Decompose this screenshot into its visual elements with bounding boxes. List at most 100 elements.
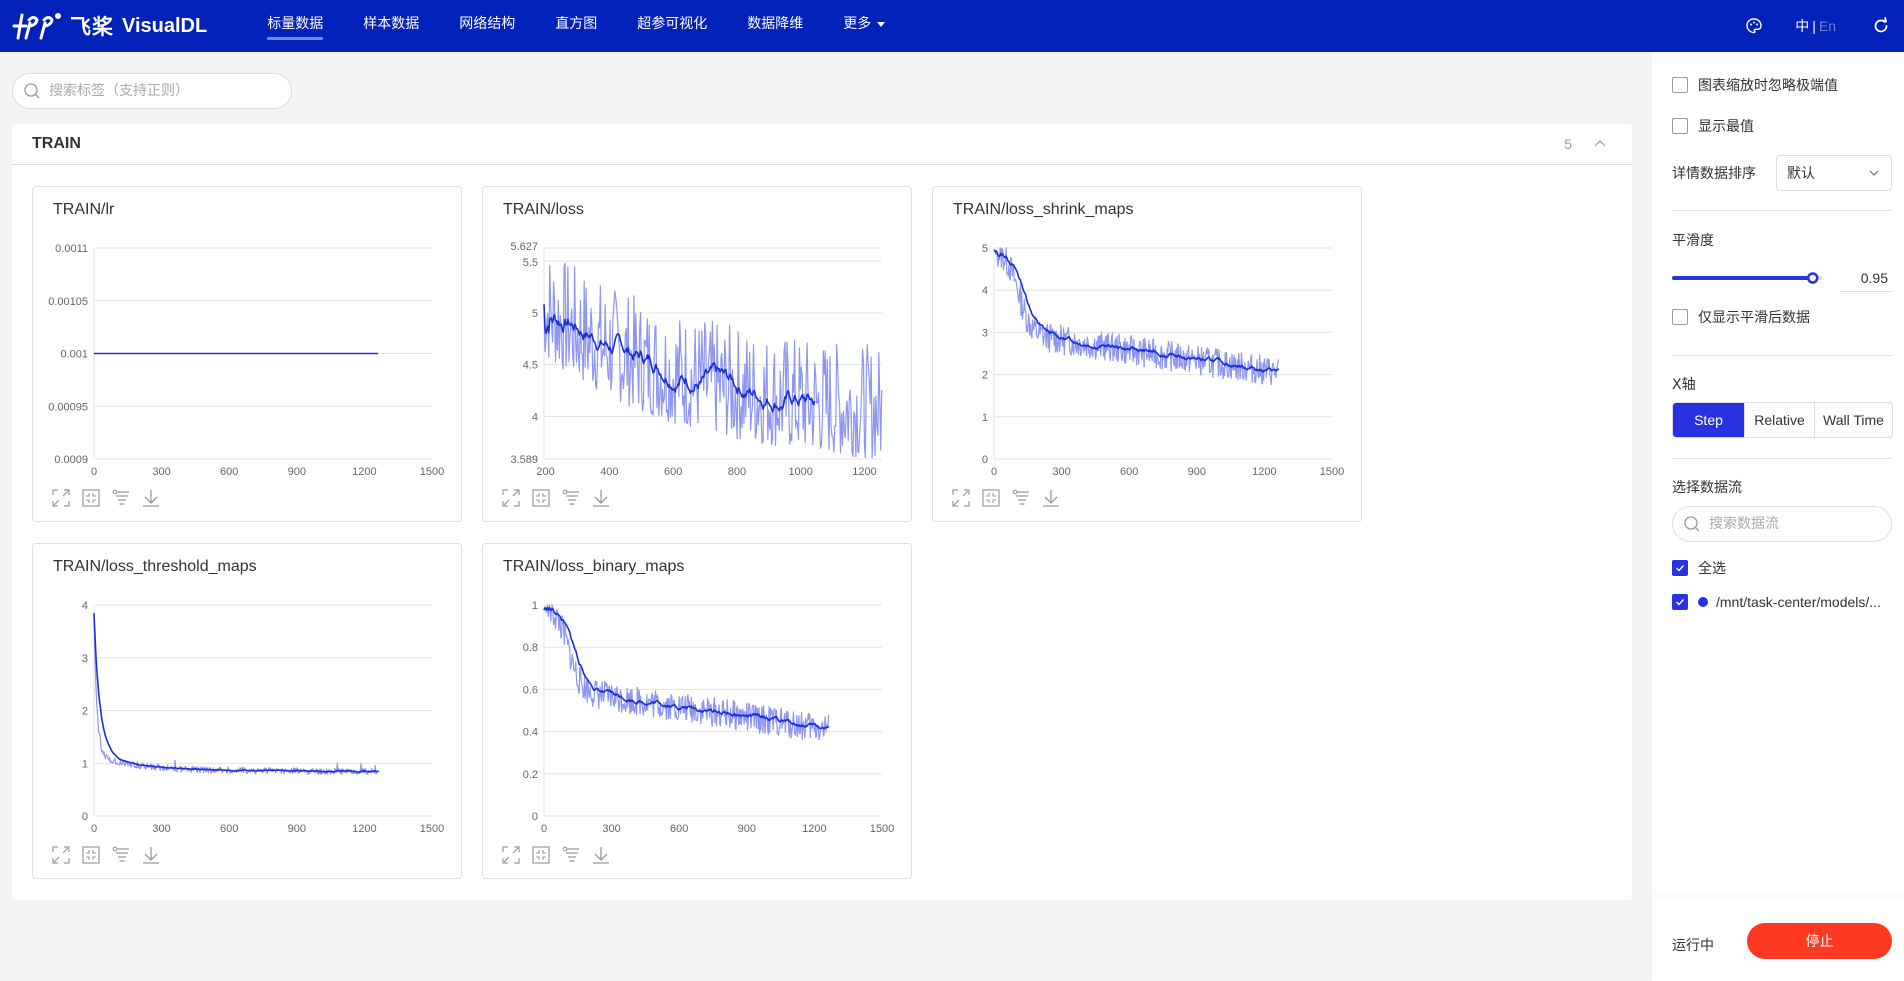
run-status: 运行中 [1672,938,1714,954]
y-tick-label: 2 [982,370,988,382]
tag-group-header[interactable]: TRAIN 5 [12,124,1632,165]
chart-toolbar [501,488,621,508]
filter-icon[interactable] [111,488,131,508]
y-tick-label: 5 [982,243,988,255]
nav-label: 数据降维 [747,15,804,31]
x-tick-label: 1500 [1320,466,1344,478]
nav-hparams[interactable]: 超参可视化 [637,0,707,52]
chart-toolbar [501,845,621,865]
download-icon[interactable] [591,488,611,508]
download-icon[interactable] [141,488,161,508]
stream-search[interactable] [1672,506,1892,542]
chart-toolbar [51,845,171,865]
stream-checkbox[interactable] [1672,594,1688,610]
download-icon[interactable] [1041,488,1061,508]
filter-icon[interactable] [1011,488,1031,508]
theme-palette-icon[interactable] [1745,17,1763,35]
y-tick-label: 0 [532,811,538,823]
show-extremes-label: 显示最值 [1698,119,1754,135]
x-tick-label: 900 [1188,466,1206,478]
nav-more[interactable]: 更多 [843,0,886,52]
x-tick-label: 300 [1052,466,1070,478]
x-tick-label: 1500 [420,823,444,835]
xaxis-wall-time[interactable]: Wall Time [1814,403,1892,437]
show-extremes-option[interactable]: 显示最值 [1672,116,1754,136]
select-all-checkbox[interactable] [1672,560,1688,576]
restore-zoom-icon[interactable] [531,845,551,865]
only-smoothed-label: 仅显示平滑后数据 [1698,310,1810,326]
x-tick-label: 300 [152,466,170,478]
nav-histogram[interactable]: 直方图 [555,0,597,52]
caret-down-icon [877,21,886,27]
nav-label: 更多 [843,15,872,31]
smoothed-line [93,613,379,774]
y-tick-label: 0.00095 [48,401,88,413]
y-tick-label: 0.001 [60,349,88,361]
y-tick-label: 4 [982,285,988,297]
nav-scalars[interactable]: 标量数据 [267,0,324,52]
chart-card: TRAIN/loss_threshold_maps 0 1 2 3 4 0 300 600 90… [32,543,462,879]
only-smoothed-option[interactable]: 仅显示平滑后数据 [1672,307,1810,327]
divider [1672,210,1892,211]
chevron-up-icon[interactable] [1594,138,1606,150]
stream-search-input[interactable] [1709,516,1879,532]
logo[interactable]: 飞桨 VisualDL [12,0,207,52]
y-tick-label: 0.00105 [48,296,88,308]
nav-high-dimensional[interactable]: 数据降维 [747,0,803,52]
line-chart: 0 1 2 3 4 0 300 600 900 1200 1500 [82,600,444,835]
smoothing-value-input[interactable]: 0.95 [1840,266,1892,292]
stop-button[interactable]: 停止 [1747,923,1892,959]
tag-search[interactable] [12,73,292,109]
stream-color-dot [1698,597,1708,607]
y-tick-label: 0.4 [523,727,538,739]
download-icon[interactable] [591,845,611,865]
stream-item[interactable]: /mnt/task-center/models/... [1672,594,1881,610]
restore-zoom-icon[interactable] [981,488,1001,508]
ignore-outliers-option[interactable]: 图表缩放时忽略极端值 [1672,75,1838,95]
y-tick-label: 4 [532,411,538,423]
maximize-icon[interactable] [501,488,521,508]
maximize-icon[interactable] [951,488,971,508]
line-chart: 3.589 4 4.5 5 5.5 5.627 200 400 600 800 1000 1200 [510,241,883,478]
filter-icon[interactable] [561,488,581,508]
ignore-outliers-checkbox[interactable] [1672,77,1688,93]
language-switch[interactable]: 中 | En [1795,16,1836,36]
restore-zoom-icon[interactable] [81,845,101,865]
y-tick-label: 0.2 [523,769,538,781]
restore-zoom-icon[interactable] [531,488,551,508]
chart-card: TRAIN/lr 0.0009 0.00095 0.001 0.00105 0.0011… [32,186,462,522]
run-control: 运行中 停止 [1652,899,1904,981]
paddle-logo-icon [12,13,61,40]
tag-group-title: TRAIN [32,135,81,152]
maximize-icon[interactable] [51,845,71,865]
tag-group-count: 5 [1564,136,1572,152]
check-icon [1676,599,1685,606]
chart-card: TRAIN/loss 3.589 4 4.5 5 5.5 5.627 200 400 600 80… [482,186,912,522]
xaxis-relative[interactable]: Relative [1744,403,1814,437]
filter-icon[interactable] [561,845,581,865]
maximize-icon[interactable] [501,845,521,865]
refresh-icon[interactable] [1872,17,1890,35]
lang-en[interactable]: En [1819,18,1836,34]
maximize-icon[interactable] [51,488,71,508]
x-tick-label: 600 [1120,466,1138,478]
nav-samples[interactable]: 样本数据 [363,0,419,52]
show-extremes-checkbox[interactable] [1672,118,1688,134]
y-tick-label: 0.0009 [54,454,88,466]
restore-zoom-icon[interactable] [81,488,101,508]
select-all-option[interactable]: 全选 [1672,558,1726,578]
y-tick-label: 1 [532,600,538,612]
lang-zh[interactable]: 中 [1795,18,1809,34]
y-tick-label: 4.5 [523,360,538,372]
xaxis-label: X轴 [1672,377,1696,393]
x-tick-label: 900 [288,823,306,835]
brand-name: VisualDL [122,14,208,37]
sort-select[interactable]: 默认 [1776,155,1892,191]
nav-graphs[interactable]: 网络结构 [459,0,515,52]
only-smoothed-checkbox[interactable] [1672,309,1688,325]
xaxis-step[interactable]: Step [1673,403,1744,437]
smoothing-slider[interactable] [1672,271,1822,285]
download-icon[interactable] [141,845,161,865]
tag-search-input[interactable] [49,83,269,99]
filter-icon[interactable] [111,845,131,865]
